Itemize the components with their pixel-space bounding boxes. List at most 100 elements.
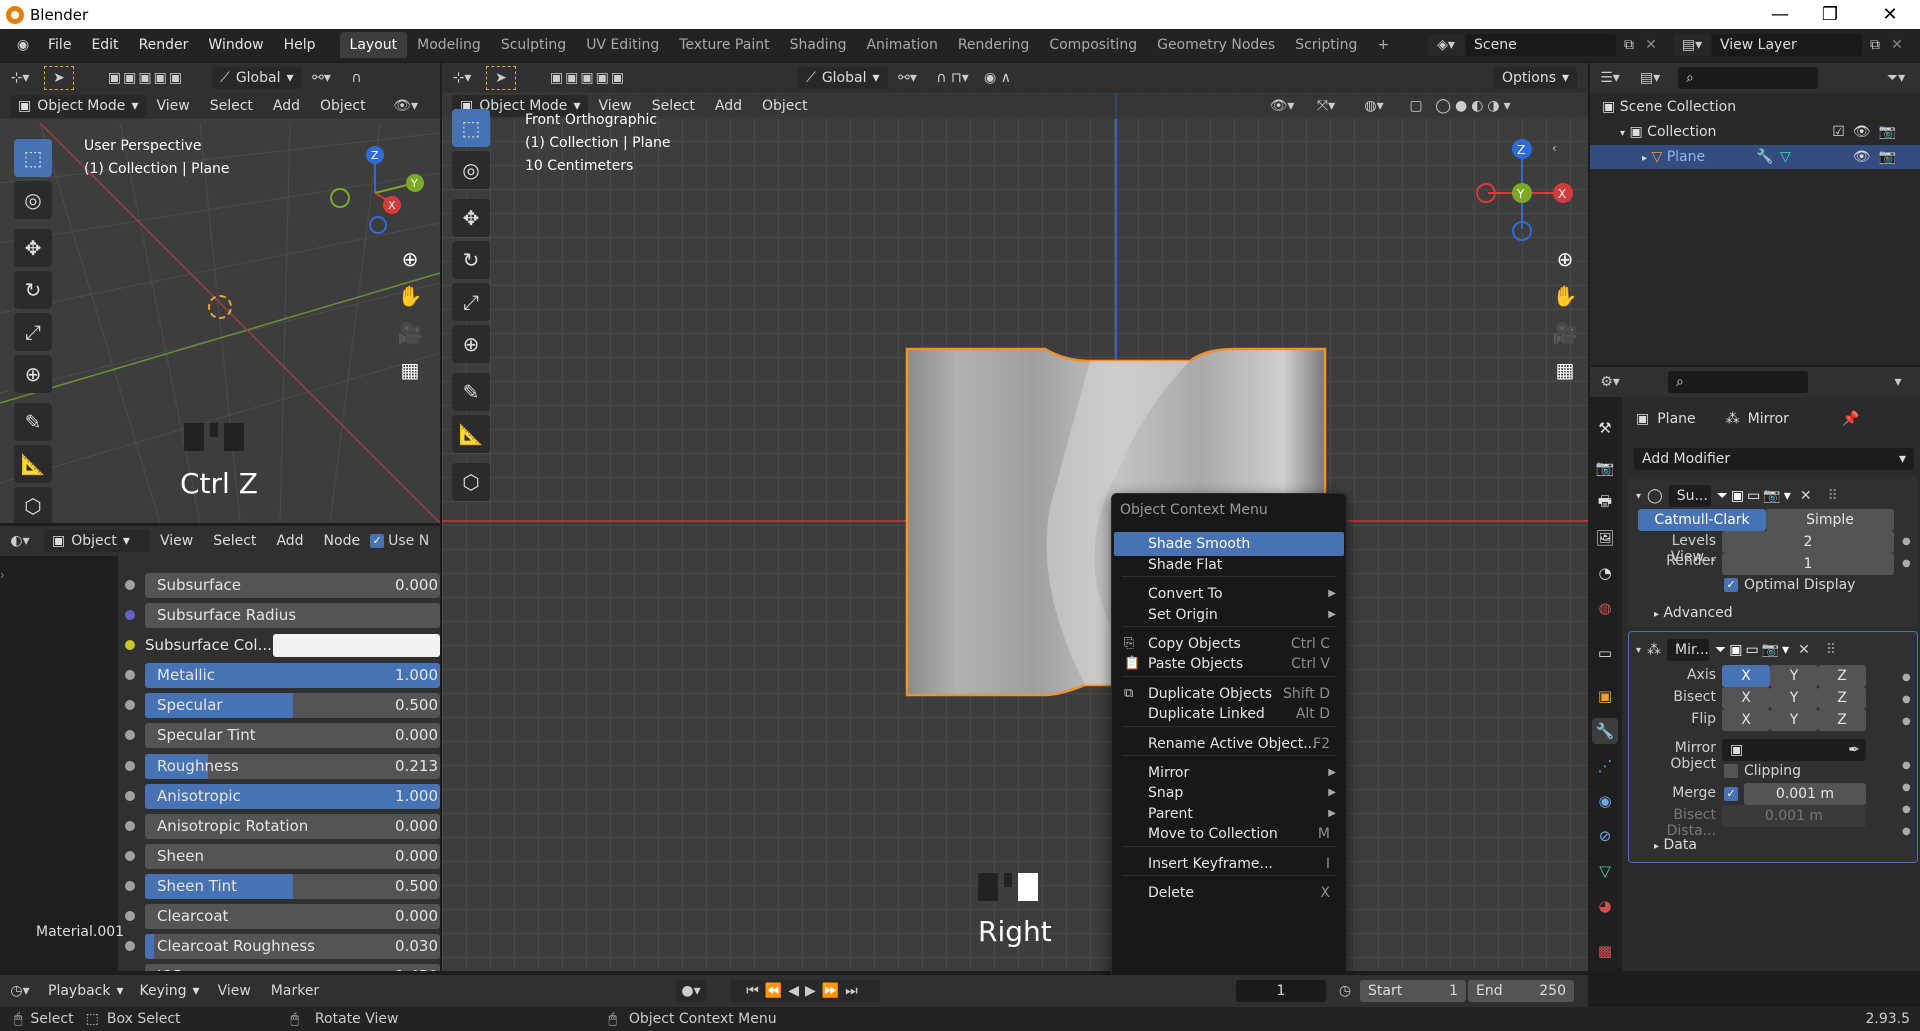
menu-view[interactable]: View xyxy=(146,98,199,114)
axis-z-toggle[interactable]: Z xyxy=(1818,665,1866,687)
axis-y-toggle[interactable]: Y xyxy=(1770,665,1818,687)
merge-checkbox[interactable]: ✓ xyxy=(1724,787,1738,801)
display-mode-icon[interactable]: ▤▾ xyxy=(1630,70,1670,86)
pan-hand-icon[interactable]: ✋ xyxy=(395,278,425,315)
proportional-edit-icon[interactable]: ◉ ∧ xyxy=(978,70,1018,86)
editor-type-icon[interactable]: ☰▾ xyxy=(1590,70,1630,86)
add-workspace-button[interactable]: + xyxy=(1367,32,1399,58)
outliner-row-collection[interactable]: ▾ ▣ Collection ☑👁📷 xyxy=(1590,120,1920,144)
modifier-tab-icon[interactable]: 🔧 xyxy=(1592,718,1618,744)
menu-file[interactable]: File xyxy=(38,37,81,53)
input-socket[interactable] xyxy=(125,640,135,650)
shader-editor[interactable]: ◐▾ ▣ Object ▾ View Select Add Node ✓ Use … xyxy=(0,526,440,971)
input-socket[interactable] xyxy=(125,881,135,891)
optimal-display-checkbox[interactable]: ✓ Optimal Display xyxy=(1724,577,1855,593)
keying-menu[interactable]: Keying ▾ xyxy=(132,980,208,1002)
menu-add[interactable]: Add xyxy=(705,98,752,114)
scene-tab-icon[interactable]: ◔ xyxy=(1592,560,1618,586)
tab-modeling[interactable]: Modeling xyxy=(407,32,491,58)
levels-viewport-field[interactable]: 2 xyxy=(1722,531,1894,553)
camera-view-icon[interactable]: 🎥 xyxy=(1550,315,1580,352)
pin-icon[interactable]: 📌 xyxy=(1842,411,1859,427)
render-tab-icon[interactable]: 📷 xyxy=(1592,455,1618,481)
physics-tab-icon[interactable]: ◉ xyxy=(1592,788,1618,814)
tool-tab-icon[interactable]: ⚒ xyxy=(1592,415,1618,441)
select-tool-icon[interactable]: ➤ xyxy=(44,66,74,90)
tab-rendering[interactable]: Rendering xyxy=(948,32,1040,58)
input-socket[interactable] xyxy=(125,730,135,740)
subsurf-remove-icon[interactable]: ✕ xyxy=(1800,488,1812,504)
flip-z-toggle[interactable]: Z xyxy=(1818,709,1866,731)
selection-mode-icons[interactable]: ▣▣▣▣▣ xyxy=(528,70,648,86)
overlay-toggle-icon[interactable]: ◍▾ xyxy=(1354,98,1394,114)
maximize-button[interactable]: ❐ xyxy=(1802,0,1858,29)
pivot-icon[interactable]: ⚯▾ xyxy=(302,70,342,86)
outliner-row-plane[interactable]: ▸ ▽ Plane 🔧 ▽ 👁📷 xyxy=(1590,145,1920,169)
context-menu-item[interactable]: Delete X xyxy=(1114,881,1344,905)
node-input-row[interactable]: Sheen 0.000 xyxy=(145,844,440,869)
new-view-layer-icon[interactable]: ⧉ xyxy=(1864,34,1886,56)
node-menu-add[interactable]: Add xyxy=(266,533,313,549)
editor-type-icon[interactable]: ⊹▾ xyxy=(0,70,40,86)
rotate-tool[interactable]: ↻ xyxy=(452,241,490,279)
collection-visibility-icons[interactable]: ☑👁📷 xyxy=(1832,120,1904,144)
particles-tab-icon[interactable]: ⋰ xyxy=(1592,753,1618,779)
transform-orientation-dropdown[interactable]: ⟋ Global ▾ xyxy=(212,67,302,89)
context-menu-item[interactable]: Insert Keyframe... I xyxy=(1114,852,1344,876)
properties-options-icon[interactable]: ▾ xyxy=(1886,374,1910,390)
tab-scripting[interactable]: Scripting xyxy=(1285,32,1367,58)
node-input-row[interactable]: Roughness 0.213 xyxy=(145,754,440,779)
marker-menu[interactable]: Marker xyxy=(261,983,329,999)
subsurf-name-field[interactable]: Su... xyxy=(1668,485,1711,507)
mirror-object-field[interactable]: ▣ ✒ xyxy=(1722,739,1866,761)
editor-type-icon[interactable]: ◐▾ xyxy=(0,533,40,549)
collection-tab-icon[interactable]: ▭ xyxy=(1592,640,1618,666)
properties-editor[interactable]: ⚙▾ ⌕ ▾ ▣ Plane ⁂ Mirror 📌 Add Modifier ▾ ▾ ◯… xyxy=(1590,367,1920,971)
data-subpanel[interactable]: ▸ Data xyxy=(1654,837,1697,853)
ortho-grid-icon[interactable]: ▦ xyxy=(1550,352,1580,389)
transform-orientation-dropdown[interactable]: ⟋ Global ▾ xyxy=(798,67,888,89)
snap-icon[interactable]: ∩ xyxy=(342,70,372,86)
main-3d-viewport[interactable]: ⊹▾ ➤ ▣▣▣▣▣ ⟋ Global ▾ ⚯▾ ∩ ⊓▾ ◉ ∧ Options ▾… xyxy=(442,63,1588,971)
node-menu-select[interactable]: Select xyxy=(203,533,266,549)
delete-scene-icon[interactable]: ✕ xyxy=(1642,34,1660,56)
node-input-row[interactable]: Metallic 1.000 xyxy=(145,663,440,688)
tab-uv-editing[interactable]: UV Editing xyxy=(576,32,669,58)
input-socket[interactable] xyxy=(125,580,135,590)
node-input-row[interactable]: IOR 1.450 xyxy=(145,964,440,971)
context-menu-item[interactable]: Duplicate Linked Alt D xyxy=(1114,702,1344,726)
subsurf-toggle-icons[interactable]: ⏷▣▭📷▾ xyxy=(1717,488,1794,504)
advanced-subpanel[interactable]: ▸ Advanced xyxy=(1654,605,1733,621)
blender-menu-icon[interactable]: ◉ xyxy=(8,37,38,53)
autokey-record-icon[interactable]: ●▾ xyxy=(676,980,706,1002)
context-menu-item[interactable]: Rename Active Object... F2 xyxy=(1114,732,1344,756)
material-tab-icon[interactable]: ◕ xyxy=(1592,893,1618,919)
constraints-tab-icon[interactable]: ⊘ xyxy=(1592,823,1618,849)
shader-type-dropdown[interactable]: ▣ Object ▾ xyxy=(44,530,150,552)
clipping-checkbox[interactable]: Clipping xyxy=(1724,763,1801,779)
camera-view-icon[interactable]: 🎥 xyxy=(395,315,425,352)
tab-compositing[interactable]: Compositing xyxy=(1039,32,1147,58)
expand-arrow-icon[interactable]: ▸ xyxy=(1642,153,1647,164)
zoom-icon[interactable]: ⊕ xyxy=(1550,241,1580,278)
node-input-row[interactable]: Clearcoat 0.000 xyxy=(145,904,440,929)
mirror-name-field[interactable]: Mir... xyxy=(1667,639,1710,661)
filter-icon[interactable]: ⏷▾ xyxy=(1876,70,1916,86)
gizmo-toggle-icon[interactable]: ⤧▾ xyxy=(1306,98,1346,114)
node-input-row[interactable]: Specular Tint 0.000 xyxy=(145,723,440,748)
render-levels-field[interactable]: 1 xyxy=(1722,553,1894,575)
input-socket[interactable] xyxy=(125,821,135,831)
menu-help[interactable]: Help xyxy=(274,37,326,53)
world-tab-icon[interactable]: ◍ xyxy=(1592,595,1618,621)
input-socket[interactable] xyxy=(125,941,135,951)
menu-add[interactable]: Add xyxy=(263,98,310,114)
xray-icon[interactable]: ▢ xyxy=(1404,98,1428,114)
properties-search-input[interactable]: ⌕ xyxy=(1668,371,1808,393)
object-tab-icon[interactable]: ▣ xyxy=(1592,683,1618,709)
simple-button[interactable]: Simple xyxy=(1766,509,1894,531)
node-input-row[interactable]: Subsurface Radius xyxy=(145,603,440,628)
tab-geometry-nodes[interactable]: Geometry Nodes xyxy=(1147,32,1285,58)
node-input-row[interactable]: Specular 0.500 xyxy=(145,693,440,718)
context-menu-item[interactable]: Shade Flat xyxy=(1114,553,1344,577)
bisect-distance-field[interactable]: 0.001 m xyxy=(1722,805,1866,827)
